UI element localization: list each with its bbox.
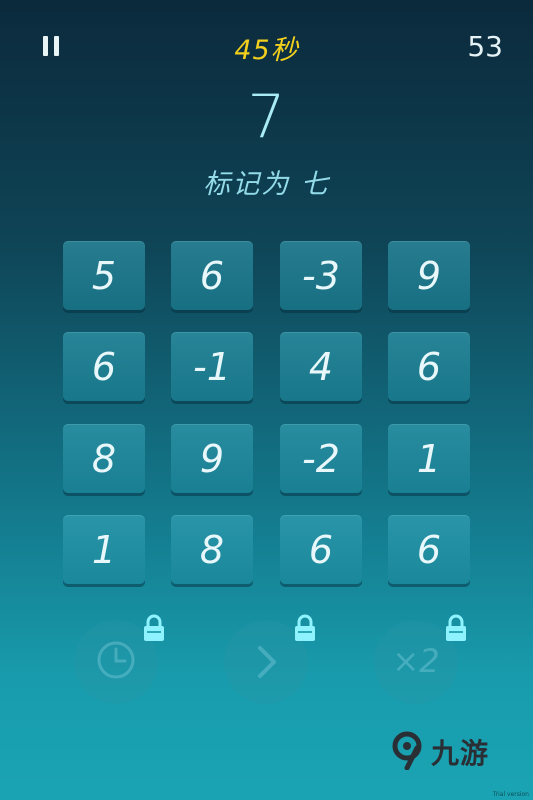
tile[interactable]: -2 [280,424,362,493]
tile[interactable]: 1 [63,515,145,584]
trial-label: Trial version [492,791,529,798]
tile[interactable]: 5 [63,241,145,310]
tile[interactable]: 1 [388,424,470,493]
double-icon: ×2 [392,642,440,680]
target-number: 7 [247,82,286,152]
tile[interactable]: 8 [171,515,253,584]
tile[interactable]: 9 [171,424,253,493]
tile[interactable]: -1 [171,332,253,401]
instruction: 标记为 七 [203,169,330,200]
lock-icon [446,614,466,641]
tile[interactable]: 6 [280,515,362,584]
watermark: 九游 [385,730,495,770]
timer: 45秒 [234,35,299,66]
logo-icon [392,731,422,770]
powerup-bar: ×2 [0,610,533,704]
tile[interactable]: 4 [280,332,362,401]
tile[interactable]: 9 [388,241,470,310]
watermark-text: 九游 [431,737,490,770]
number-grid: 5 6 -3 9 6 -1 4 6 8 9 -2 1 1 8 6 6 [63,241,470,584]
lock-icon [144,614,164,641]
lock-icon [295,614,315,641]
tile[interactable]: 6 [171,241,253,310]
score: 53 [467,30,503,63]
top-bar: 45秒 53 [0,0,533,90]
tile[interactable]: 6 [388,332,470,401]
tile[interactable]: 6 [388,515,470,584]
tile[interactable]: 6 [63,332,145,401]
tile[interactable]: 8 [63,424,145,493]
tile[interactable]: -3 [280,241,362,310]
